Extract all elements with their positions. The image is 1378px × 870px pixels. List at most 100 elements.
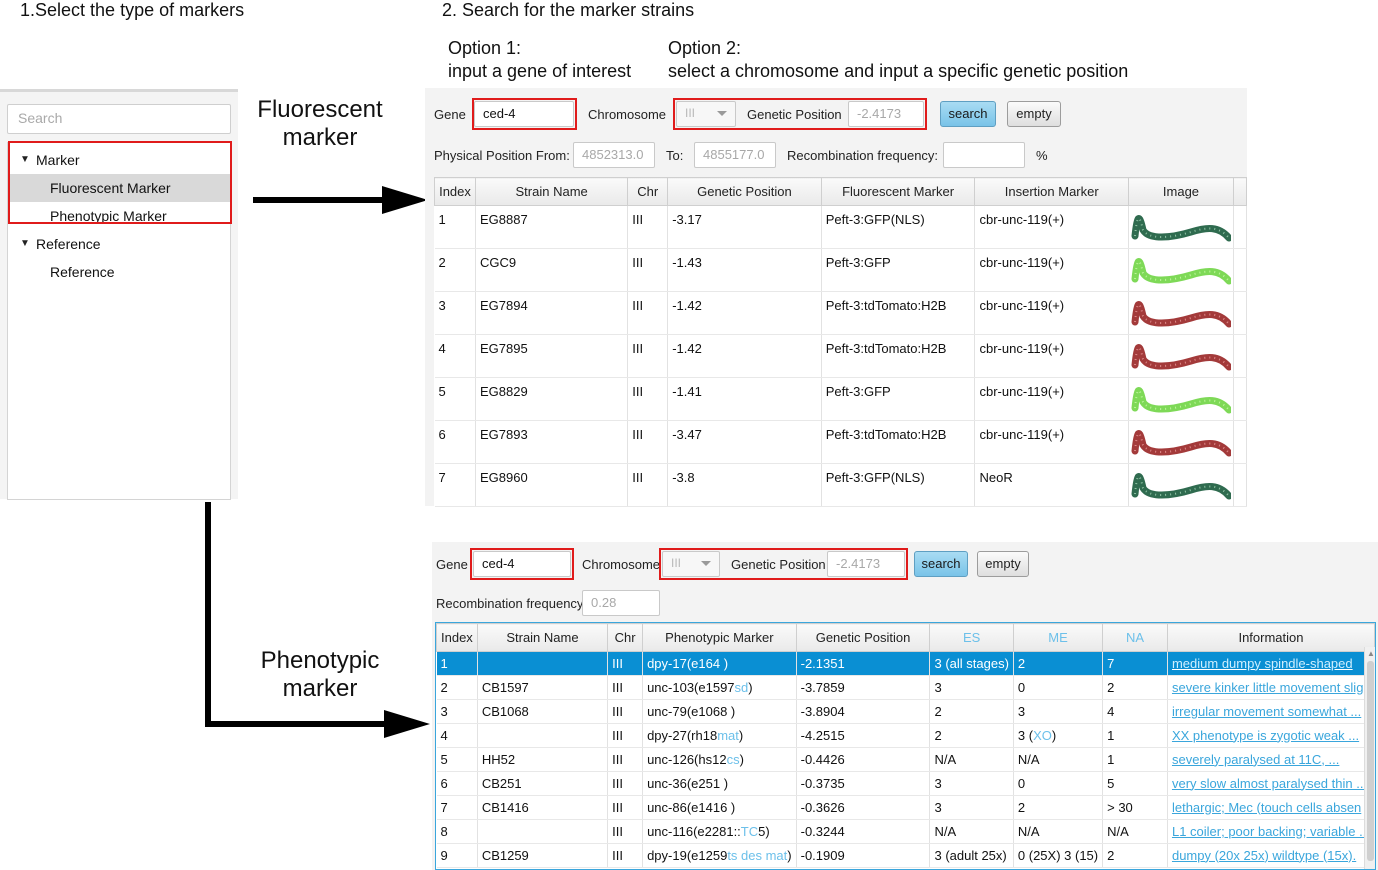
fl-column-header[interactable]: Strain Name (474, 177, 629, 206)
fl-cell-insertion-marker: cbr-unc-119(+) (974, 377, 1129, 421)
ph-recomb-input[interactable]: 0.28 (582, 590, 660, 616)
fl-column-header[interactable]: Genetic Position (667, 177, 822, 206)
fl-cell-image (1128, 377, 1234, 421)
fl-physical-from-input[interactable]: 4852313.0 (573, 142, 655, 168)
fl-column-header[interactable]: Chr (627, 177, 669, 206)
ph-column-header[interactable]: ME (1012, 623, 1104, 652)
ph-information-link[interactable]: XX phenotype is zygotic weak ... (1172, 728, 1359, 743)
fl-table-row[interactable]: 5 EG8829 III -1.41 Peft-3:GFP cbr-unc-119(+) (434, 377, 1247, 421)
ph-information-link[interactable]: severely paralysed at 11C, ... (1172, 752, 1339, 767)
fl-empty-button[interactable]: empty (1007, 101, 1061, 127)
fl-cell-position: -1.43 (667, 248, 822, 292)
ph-column-header[interactable]: Information (1166, 623, 1375, 652)
ph-column-header[interactable]: Index (436, 623, 478, 652)
fl-column-header[interactable]: Insertion Marker (974, 177, 1129, 206)
fl-cell-position: -1.41 (667, 377, 822, 421)
ph-cell-information[interactable]: severely paralysed at 11C, ... (1167, 747, 1375, 772)
ph-table-row[interactable]: 6 CB251 III unc-36(e251 ) -0.3735 3 0 5 very slo… (436, 771, 1375, 796)
ph-information-link[interactable]: lethargic; Mec (touch cells absen (1172, 800, 1361, 815)
fl-cell-fluorescent-marker: Peft-3:GFP(NLS) (821, 463, 976, 507)
ph-table-row[interactable]: 9 CB1259 III dpy-19(e1259ts des mat) -0.1909… (436, 843, 1375, 868)
ph-cell-phenotypic-marker: dpy-19(e1259ts des mat) (642, 843, 797, 868)
ph-cell-information[interactable]: L1 coiler; poor backing; variable ... (1167, 819, 1375, 844)
fl-cell-insertion-marker: cbr-unc-119(+) (974, 334, 1129, 378)
ph-cell-strain (477, 651, 609, 676)
ph-cell-phenotypic-marker: unc-116(e2281::TC5) (642, 819, 797, 844)
ph-cell-information[interactable]: very slow almost paralysed thin ... (1167, 771, 1375, 796)
ph-me-text: 0 (1017, 775, 1026, 791)
ph-cell-information[interactable]: irregular movement somewhat ... (1167, 699, 1375, 724)
ph-cell-index: 7 (436, 795, 478, 820)
fl-table-row[interactable]: 2 CGC9 III -1.43 Peft-3:GFP cbr-unc-119(+) (434, 248, 1247, 292)
ph-cell-information[interactable]: XX phenotype is zygotic weak ... (1167, 723, 1375, 748)
fl-cell-fluorescent-marker: Peft-3:GFP (821, 377, 976, 421)
fl-column-header[interactable]: Image (1127, 177, 1234, 206)
tree-search-input[interactable]: Search (7, 104, 231, 134)
scroll-up-icon[interactable]: ▲ (1367, 649, 1375, 658)
fl-cell-filler (1233, 291, 1247, 335)
ph-cell-information[interactable]: lethargic; Mec (touch cells absen (1167, 795, 1375, 820)
ph-table-row[interactable]: 1 III dpy-17(e164 ) -2.1351 3 (all stages) 2 7… (436, 651, 1375, 676)
ph-cell-es: 2 (929, 699, 1014, 724)
ph-table-row[interactable]: 5 HH52 III unc-126(hs12cs) -0.4426 N/A N/A 1 sev… (436, 747, 1375, 772)
ph-me-tail: ) (1051, 727, 1057, 743)
ph-cell-na: 5 (1102, 771, 1168, 796)
ph-cell-strain: CB1597 (477, 675, 609, 700)
ph-cell-position: -0.1909 (796, 843, 931, 868)
ph-cell-na: N/A (1102, 819, 1168, 844)
fl-cell-position: -3.17 (667, 205, 822, 249)
ph-table-row[interactable]: 3 CB1068 III unc-79(e1068 ) -3.8904 2 3 4 irregu… (436, 699, 1375, 724)
fl-cell-chr: III (627, 420, 669, 464)
ph-gene-highlight (470, 548, 574, 580)
tree-item-reference[interactable]: Reference (8, 258, 230, 286)
ph-column-header[interactable]: Chr (607, 623, 644, 652)
fl-recomb-input[interactable] (943, 142, 1025, 168)
ph-information-link[interactable]: severe kinker little movement slig (1172, 680, 1363, 695)
ph-table-row[interactable]: 4 III dpy-27(rh18mat) -4.2515 2 3 (XO) 1 XX phe… (436, 723, 1375, 748)
ph-information-link[interactable]: L1 coiler; poor backing; variable ... (1172, 824, 1370, 839)
fl-column-header[interactable]: Index (434, 177, 476, 206)
ph-cell-information[interactable]: severe kinker little movement slig (1167, 675, 1375, 700)
fl-cell-insertion-marker: cbr-unc-119(+) (974, 291, 1129, 335)
ph-search-button[interactable]: search (914, 551, 968, 577)
fl-cell-chr: III (627, 463, 669, 507)
ph-column-header[interactable]: Strain Name (476, 623, 609, 652)
ph-scrollbar-thumb[interactable] (1367, 661, 1374, 861)
tree-node-reference[interactable]: ▼ Reference (8, 230, 230, 258)
fl-to-input[interactable]: 4855177.0 (694, 142, 776, 168)
ph-column-header[interactable]: NA (1102, 623, 1168, 652)
fl-search-button[interactable]: search (940, 101, 996, 127)
fl-table-row[interactable]: 4 EG7895 III -1.42 Peft-3:tdTomato:H2B cbr-un… (434, 334, 1247, 378)
ph-table-row[interactable]: 8 III unc-116(e2281::TC5) -0.3244 N/A N/A N/A L… (436, 819, 1375, 844)
ph-cell-information[interactable]: dumpy (20x 25x) wildtype (15x). (1167, 843, 1375, 868)
fl-cell-filler (1233, 205, 1247, 249)
fl-column-header[interactable]: Fluorescent Marker (820, 177, 976, 206)
ph-me-suffix: XO (1033, 727, 1052, 743)
ph-cell-me: 0 (1013, 675, 1104, 700)
fl-table-row[interactable]: 3 EG7894 III -1.42 Peft-3:tdTomato:H2B cbr-un… (434, 291, 1247, 335)
ph-information-link[interactable]: dumpy (20x 25x) wildtype (15x). (1172, 848, 1356, 863)
ph-marker-text: dpy-27(rh18 (647, 727, 718, 743)
fl-table-row[interactable]: 7 EG8960 III -3.8 Peft-3:GFP(NLS) NeoR (434, 463, 1247, 507)
ph-gene-label: Gene (436, 557, 468, 572)
ph-scrollbar[interactable]: ▲ (1364, 647, 1375, 869)
ph-column-header[interactable]: ES (929, 623, 1014, 652)
ph-column-header[interactable]: Genetic Position (795, 623, 931, 652)
fl-cell-image (1128, 205, 1234, 249)
expand-triangle-icon[interactable]: ▼ (20, 230, 30, 258)
ph-table-row[interactable]: 7 CB1416 III unc-86(e1416 ) -0.3626 3 2 > 30 let… (436, 795, 1375, 820)
ph-information-link[interactable]: irregular movement somewhat ... (1172, 704, 1361, 719)
worm-image-icon (1131, 430, 1231, 457)
ph-empty-button[interactable]: empty (977, 551, 1029, 577)
fl-table-row[interactable]: 1 EG8887 III -3.17 Peft-3:GFP(NLS) cbr-unc-11… (434, 205, 1247, 249)
ph-cell-es: 3 (929, 675, 1014, 700)
fl-cell-strain: EG7895 (475, 334, 629, 378)
ph-me-text: 0 (25X) 3 (15) (1017, 847, 1099, 863)
fl-table-row[interactable]: 6 EG7893 III -3.47 Peft-3:tdTomato:H2B cbr-un… (434, 420, 1247, 464)
ph-column-header[interactable]: Phenotypic Marker (642, 623, 797, 652)
ph-table-row[interactable]: 2 CB1597 III unc-103(e1597sd) -3.7859 3 0 2 seve… (436, 675, 1375, 700)
ph-cell-information[interactable]: medium dumpy spindle-shaped (1167, 651, 1375, 676)
ph-information-link[interactable]: medium dumpy spindle-shaped (1172, 656, 1353, 671)
ph-information-link[interactable]: very slow almost paralysed thin ... (1172, 776, 1367, 791)
ph-cell-phenotypic-marker: unc-36(e251 ) (642, 771, 797, 796)
